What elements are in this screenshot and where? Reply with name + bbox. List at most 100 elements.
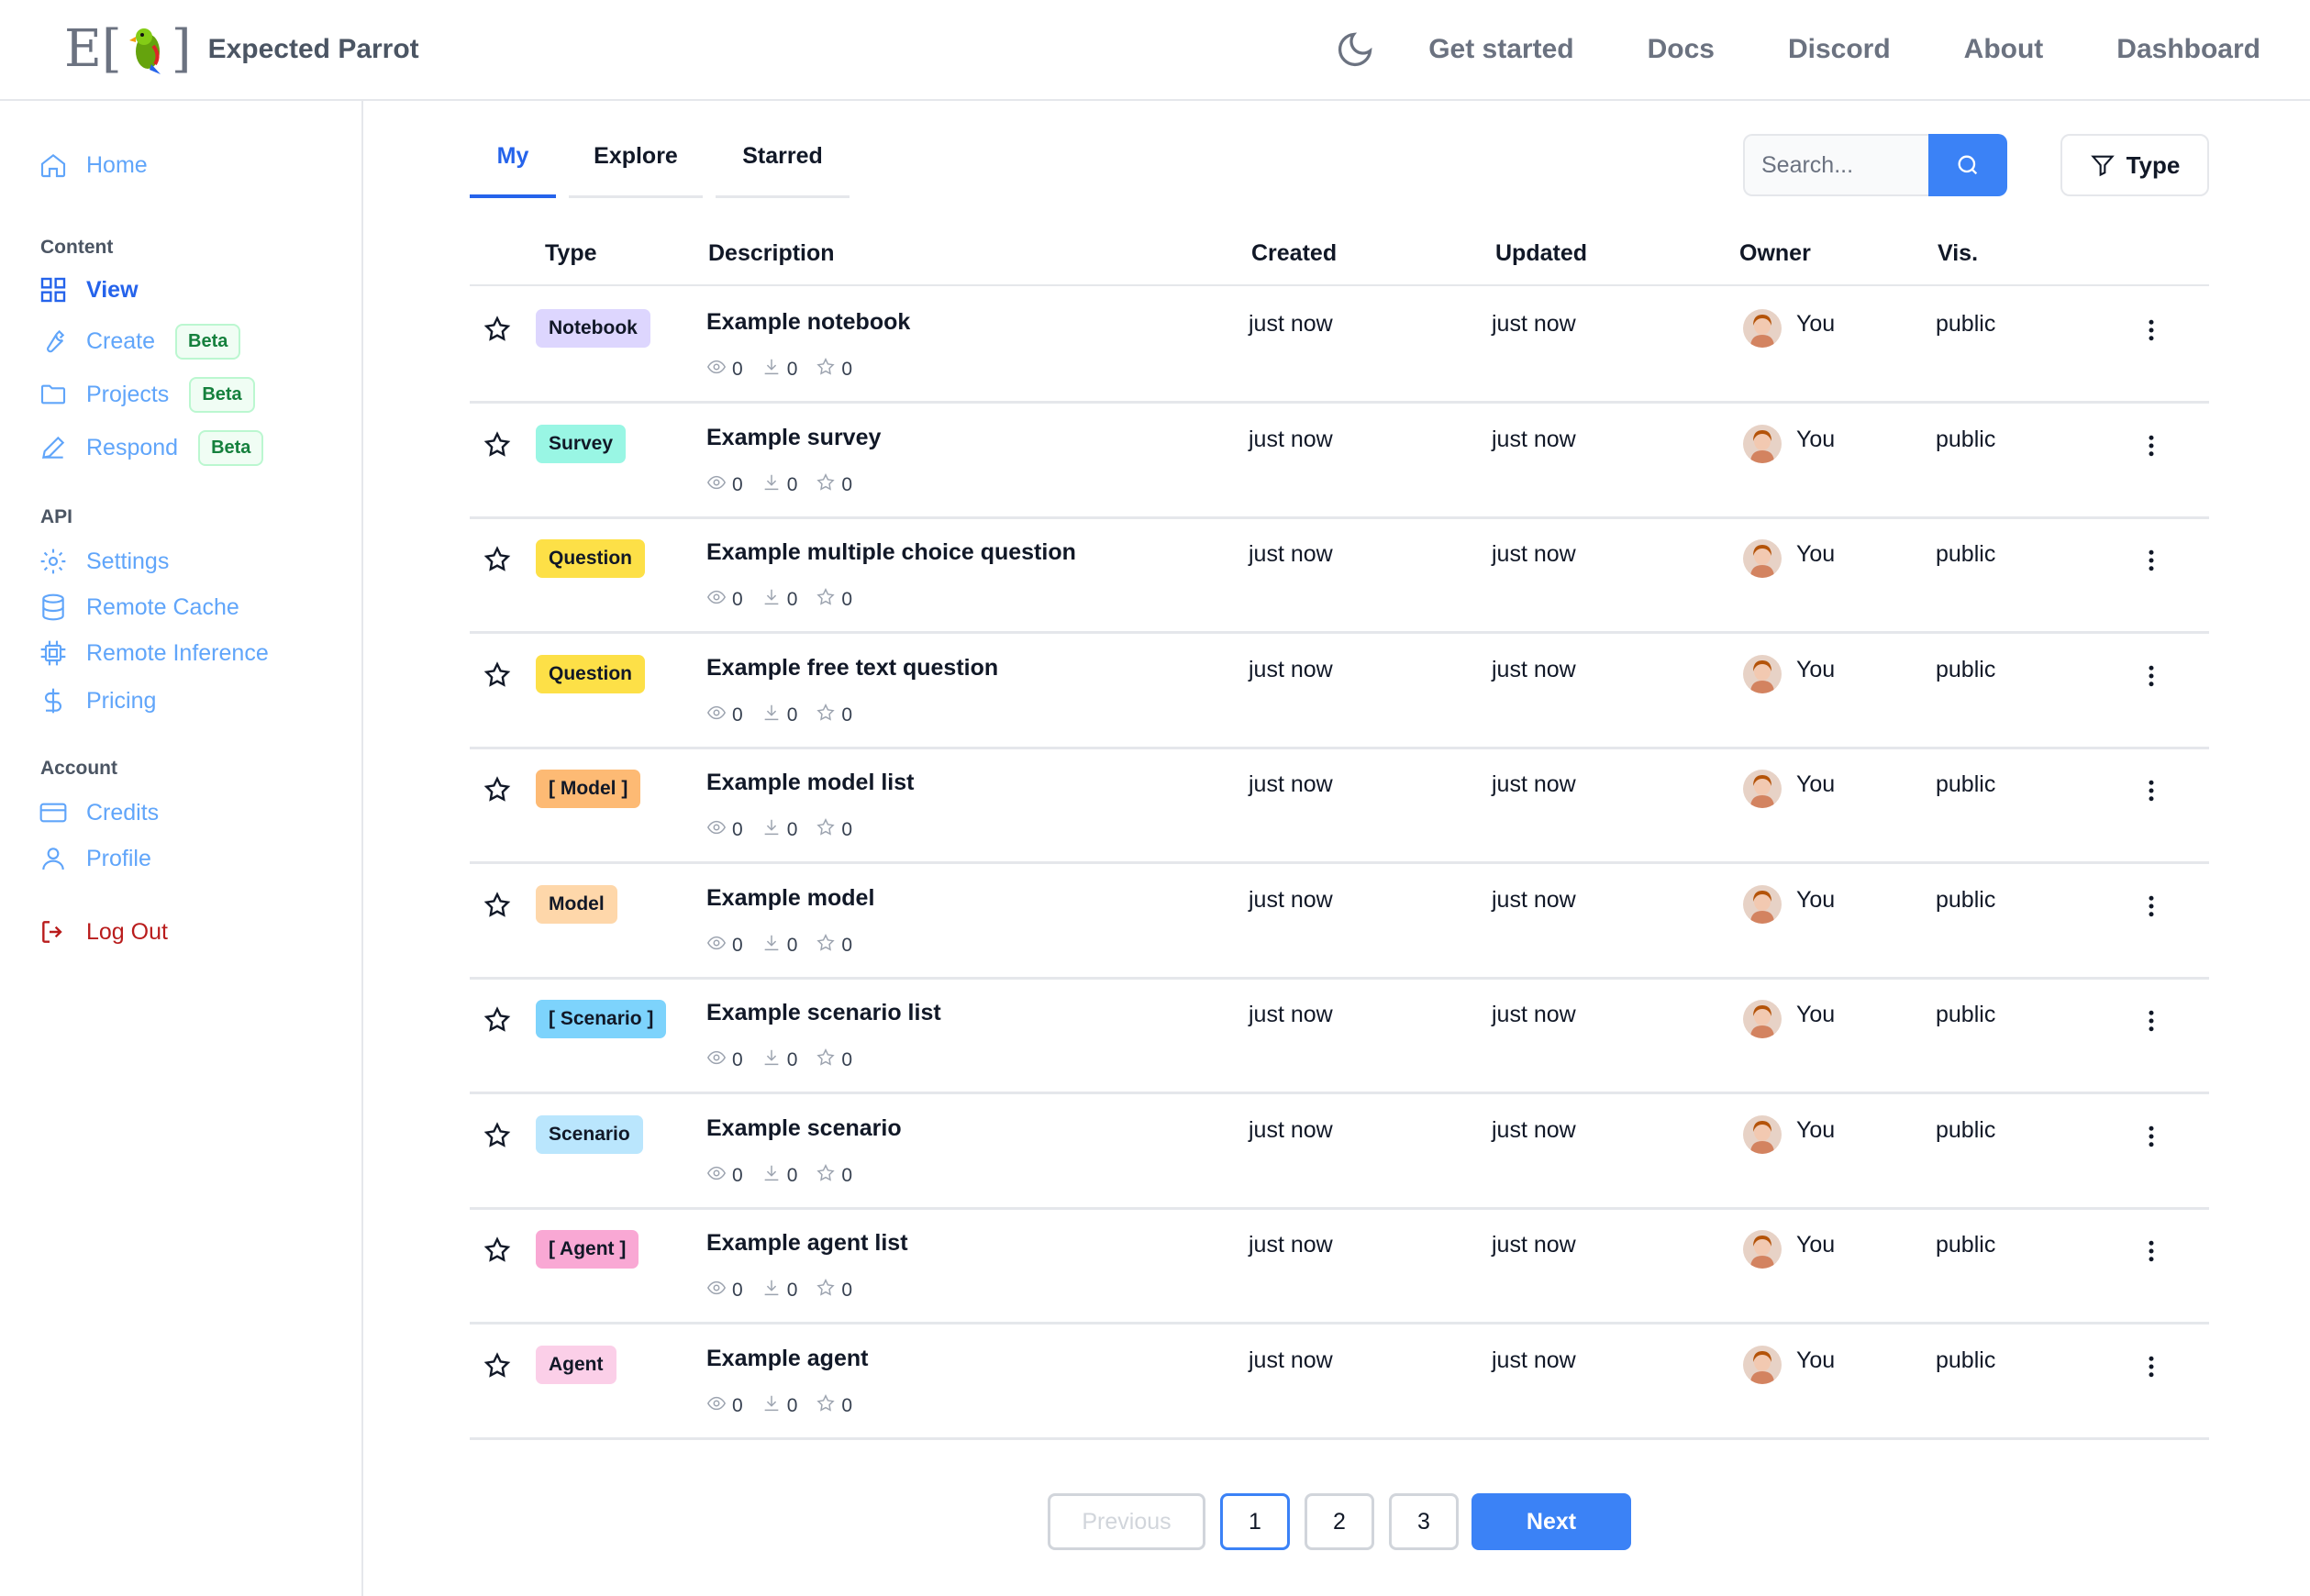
- sidebar-item-label: Home: [86, 151, 148, 178]
- sidebar-item-profile[interactable]: Profile: [39, 838, 151, 879]
- sidebar-item-remote-inference[interactable]: Remote Inference: [39, 633, 269, 673]
- sidebar-item-pricing[interactable]: Pricing: [39, 681, 156, 721]
- table-row[interactable]: Scenario Example scenario 0 0 0 just now just …: [470, 1095, 2209, 1210]
- page-3-button[interactable]: 3: [1389, 1493, 1459, 1550]
- nav-get-started[interactable]: Get started: [1428, 34, 1573, 65]
- table-row[interactable]: [ Model ] Example model list 0 0 0 just now ju…: [470, 749, 2209, 864]
- sidebar-item-label: Pricing: [86, 687, 157, 714]
- sidebar-item-logout[interactable]: Log Out: [39, 912, 168, 952]
- stars-count: 0: [841, 1049, 853, 1070]
- type-filter-button[interactable]: Type: [2060, 134, 2209, 196]
- search-input[interactable]: [1743, 134, 1928, 196]
- table-row[interactable]: Survey Example survey 0 0 0 just now just now Y…: [470, 405, 2209, 519]
- tab-explore[interactable]: Explore: [569, 128, 703, 198]
- nav-discord[interactable]: Discord: [1788, 34, 1891, 65]
- item-description[interactable]: Example survey: [706, 425, 881, 451]
- table-row[interactable]: Notebook Example notebook 0 0 0 just now just …: [470, 289, 2209, 404]
- views-stat: 0: [706, 1163, 743, 1189]
- views-stat: 0: [706, 587, 743, 613]
- more-options-icon[interactable]: [2138, 1237, 2165, 1265]
- sidebar-item-projects[interactable]: Projects Beta: [39, 374, 255, 415]
- header-description[interactable]: Description: [708, 240, 835, 267]
- star-outline-icon: [816, 933, 841, 959]
- header-created[interactable]: Created: [1251, 240, 1337, 267]
- table-row[interactable]: Question Example free text question 0 0 0 jus…: [470, 635, 2209, 749]
- header-updated[interactable]: Updated: [1495, 240, 1587, 267]
- sidebar-item-home[interactable]: Home: [39, 145, 148, 185]
- created-cell: just now: [1249, 1116, 1333, 1143]
- table-row[interactable]: [ Scenario ] Example scenario list 0 0 0 just…: [470, 980, 2209, 1094]
- views-stat: 0: [706, 1393, 743, 1419]
- item-description[interactable]: Example agent: [706, 1346, 868, 1372]
- item-description[interactable]: Example free text question: [706, 655, 998, 682]
- header-visibility[interactable]: Vis.: [1938, 240, 1978, 267]
- star-icon[interactable]: [483, 1236, 512, 1265]
- avatar: [1743, 1345, 1782, 1384]
- table-row[interactable]: Model Example model 0 0 0 just now just now You…: [470, 865, 2209, 980]
- created-cell: just now: [1249, 426, 1333, 452]
- more-options-icon[interactable]: [2138, 432, 2165, 460]
- download-icon: [761, 1047, 787, 1073]
- sidebar-item-create[interactable]: Create Beta: [39, 321, 241, 361]
- item-description[interactable]: Example scenario list: [706, 1000, 941, 1026]
- top-header: E[ ] Expected Parrot Get started Docs Di…: [0, 0, 2310, 101]
- sidebar-item-remote-cache[interactable]: Remote Cache: [39, 587, 239, 627]
- header-type[interactable]: Type: [545, 240, 597, 267]
- sidebar-item-respond[interactable]: Respond Beta: [39, 427, 264, 468]
- page-1-button[interactable]: 1: [1220, 1493, 1290, 1550]
- star-icon[interactable]: [483, 775, 512, 804]
- star-icon[interactable]: [483, 1351, 512, 1380]
- page-2-button[interactable]: 2: [1305, 1493, 1374, 1550]
- nav-docs[interactable]: Docs: [1648, 34, 1715, 65]
- dark-mode-moon-icon[interactable]: [1335, 29, 1375, 70]
- star-icon[interactable]: [483, 430, 512, 460]
- search-icon: [1958, 155, 1978, 175]
- visibility-cell: public: [1936, 1116, 1996, 1143]
- tab-starred[interactable]: Starred: [716, 128, 850, 198]
- more-options-icon[interactable]: [2138, 777, 2165, 804]
- owner-cell: You: [1796, 1232, 1836, 1258]
- type-badge: Question: [536, 539, 646, 578]
- star-icon[interactable]: [483, 315, 512, 344]
- nav-about[interactable]: About: [1964, 34, 2044, 65]
- previous-page-button[interactable]: Previous: [1048, 1493, 1205, 1550]
- downloads-stat: 0: [761, 357, 797, 382]
- tab-my[interactable]: My: [470, 128, 556, 198]
- more-options-icon[interactable]: [2138, 1353, 2165, 1380]
- more-options-icon[interactable]: [2138, 1123, 2165, 1150]
- downloads-count: 0: [786, 1394, 798, 1416]
- sidebar-item-credits[interactable]: Credits: [39, 792, 159, 833]
- star-icon[interactable]: [483, 891, 512, 920]
- header-owner[interactable]: Owner: [1739, 240, 1811, 267]
- more-options-icon[interactable]: [2138, 662, 2165, 690]
- star-icon[interactable]: [483, 1005, 512, 1035]
- item-description[interactable]: Example agent list: [706, 1230, 908, 1257]
- more-options-icon[interactable]: [2138, 892, 2165, 920]
- avatar: [1743, 770, 1782, 808]
- star-icon[interactable]: [483, 545, 512, 574]
- table-row[interactable]: Question Example multiple choice question…: [470, 519, 2209, 634]
- nav-dashboard[interactable]: Dashboard: [2116, 34, 2260, 65]
- star-icon[interactable]: [483, 660, 512, 690]
- item-stats: 0 0 0: [706, 1393, 871, 1419]
- sidebar-item-view[interactable]: View: [39, 270, 139, 310]
- item-description[interactable]: Example notebook: [706, 309, 910, 336]
- wrench-icon: [47, 329, 65, 353]
- type-badge: Notebook: [536, 309, 650, 348]
- more-options-icon[interactable]: [2138, 316, 2165, 344]
- next-page-button[interactable]: Next: [1472, 1493, 1631, 1550]
- logo[interactable]: E[ ] Expected Parrot: [64, 20, 419, 79]
- sidebar-item-settings[interactable]: Settings: [39, 541, 169, 582]
- table-row[interactable]: [ Agent ] Example agent list 0 0 0 just now ju…: [470, 1210, 2209, 1324]
- more-options-icon[interactable]: [2138, 547, 2165, 574]
- star-icon[interactable]: [483, 1121, 512, 1150]
- item-description[interactable]: Example model list: [706, 770, 914, 796]
- item-description[interactable]: Example model: [706, 885, 874, 912]
- more-options-icon[interactable]: [2138, 1007, 2165, 1035]
- item-description[interactable]: Example scenario: [706, 1115, 902, 1142]
- search-button[interactable]: [1928, 134, 2007, 196]
- stars-stat: 0: [816, 1163, 852, 1189]
- item-description[interactable]: Example multiple choice question: [706, 539, 1076, 566]
- stars-stat: 0: [816, 1047, 852, 1073]
- table-row[interactable]: Agent Example agent 0 0 0 just now just now You…: [470, 1325, 2209, 1440]
